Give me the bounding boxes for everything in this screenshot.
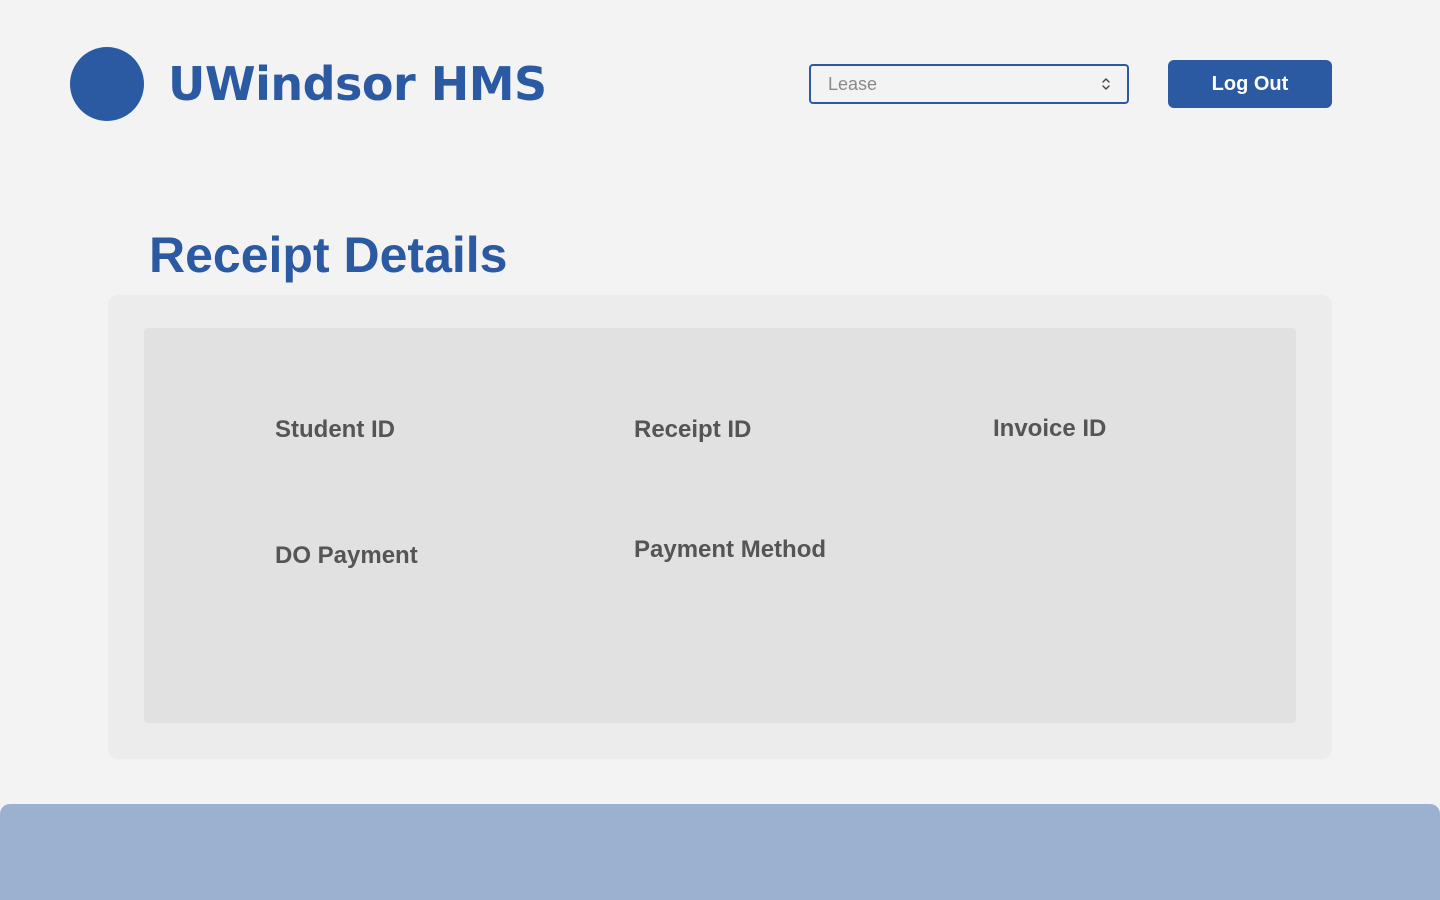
page-title: Receipt Details (149, 227, 508, 283)
page: UWindsor HMS Lease Log Out Receipt Detai… (0, 0, 1440, 900)
navigation-select[interactable]: Lease (809, 64, 1129, 104)
app-title: UWindsor HMS (168, 57, 547, 111)
receipt-details-panel (144, 328, 1296, 723)
student-id-label: Student ID (275, 416, 395, 443)
navigation-select-value: Lease (828, 74, 878, 94)
invoice-id-label: Invoice ID (993, 415, 1107, 442)
receipt-id-label: Receipt ID (634, 416, 752, 443)
logout-button[interactable]: Log Out (1168, 60, 1332, 108)
do-payment-label: DO Payment (275, 542, 418, 569)
logo-icon[interactable] (70, 47, 144, 121)
footer-bar (0, 804, 1440, 900)
chevron-up-down-icon (1102, 78, 1110, 90)
payment-method-label: Payment Method (634, 536, 827, 563)
